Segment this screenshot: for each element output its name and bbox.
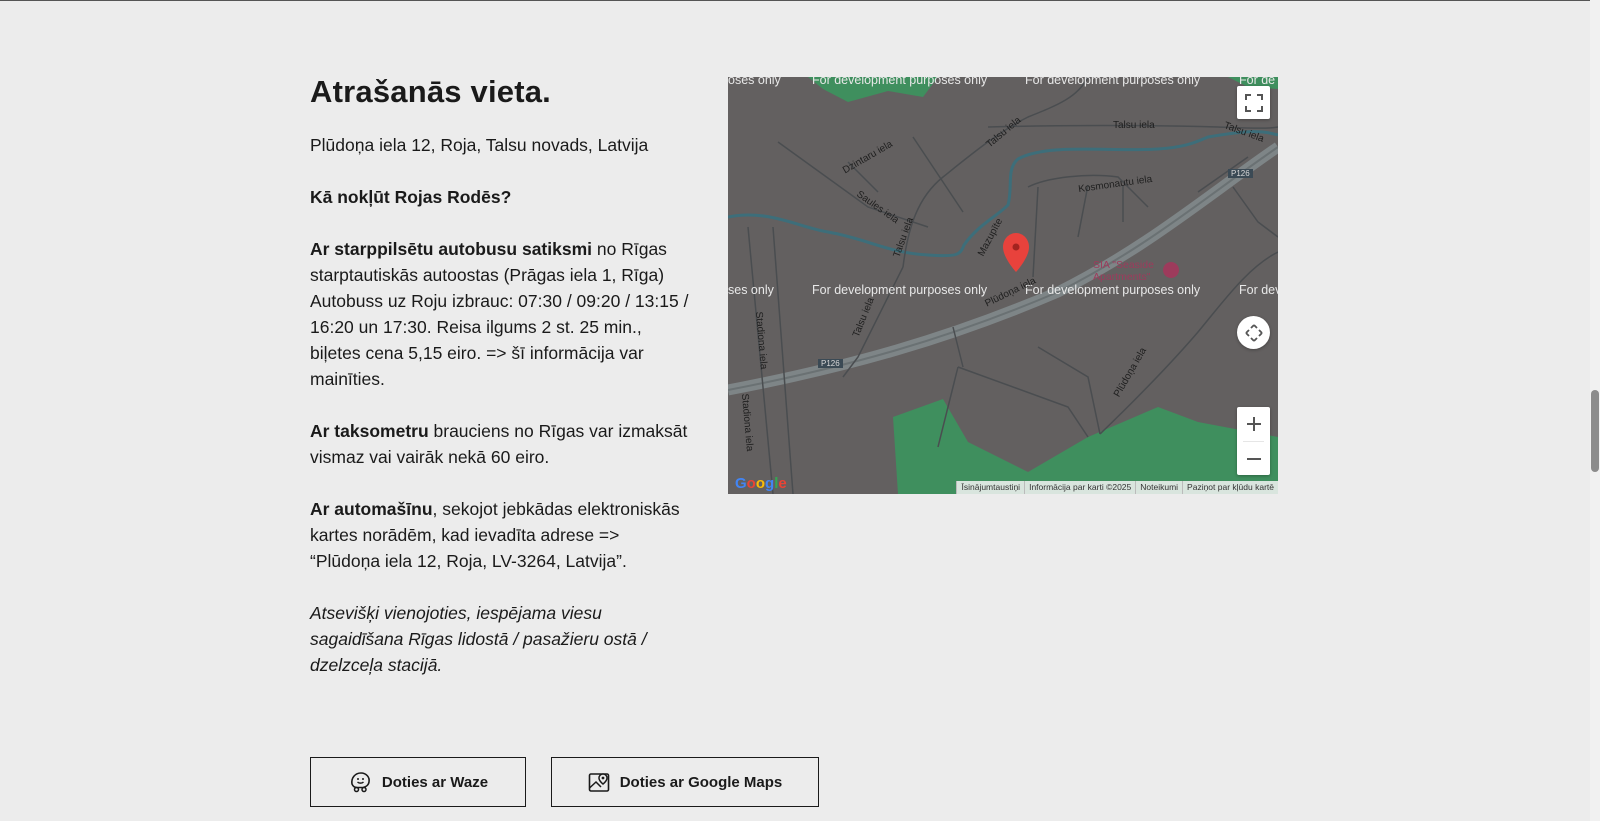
bus-text: no Rīgas starptautiskās autoostas (Prāga… [310, 239, 689, 389]
google-maps-button[interactable]: Doties ar Google Maps [551, 757, 819, 807]
dev-watermark: For development purposes only [812, 77, 988, 87]
google-maps-button-label: Doties ar Google Maps [619, 773, 783, 791]
section-title: Atrašanās vieta. [310, 74, 551, 109]
dev-watermark: ses only [728, 283, 774, 297]
car-directions: Ar automašīnu, sekojot jebkādas elektron… [310, 496, 690, 574]
waze-button-label: Doties ar Waze [381, 773, 489, 791]
map-data-text: Informācija par karti ©2025 [1024, 481, 1135, 494]
plus-icon [1246, 417, 1261, 431]
dev-watermark: For development purposes only [1025, 283, 1201, 297]
address-text: Plūdoņa iela 12, Roja, Talsu novads, Lat… [310, 135, 649, 155]
keyboard-shortcuts-link[interactable]: Īsinājumtaustiņi [956, 481, 1024, 494]
scrollbar[interactable] [1590, 0, 1600, 821]
pan-arrows-icon [1244, 323, 1263, 342]
google-map[interactable]: oses only For development purposes only … [728, 77, 1278, 494]
dev-watermark: For dev [1239, 283, 1278, 297]
car-label: Ar automašīnu [310, 499, 433, 519]
waze-button[interactable]: Doties ar Waze [310, 757, 526, 807]
road-shield: P126 [1228, 169, 1253, 178]
waze-icon [350, 772, 370, 793]
zoom-in-button[interactable] [1237, 407, 1270, 441]
fullscreen-button[interactable] [1237, 86, 1270, 119]
google-logo: Google [735, 475, 787, 492]
scrollbar-thumb[interactable] [1591, 390, 1599, 472]
camera-control-button[interactable] [1237, 316, 1270, 349]
dev-watermark: For development purposes only [1025, 77, 1201, 87]
map-pin-icon [588, 773, 610, 792]
taxi-label: Ar taksometru [310, 421, 429, 441]
pickup-note-text: Atsevišķi vienojoties, iespējama viesu s… [310, 603, 647, 675]
dev-watermark: For development purposes only [812, 283, 988, 297]
dev-watermark: oses only [728, 77, 781, 87]
zoom-out-button[interactable] [1237, 442, 1270, 476]
terms-link[interactable]: Noteikumi [1135, 481, 1182, 494]
taxi-directions: Ar taksometru brauciens no Rīgas var izm… [310, 418, 690, 470]
poi-label[interactable]: SIA "Seaside Apartments" [1093, 259, 1173, 283]
minus-icon [1246, 458, 1261, 460]
map-marker-pin [1003, 233, 1029, 272]
bus-directions: Ar starppilsētu autobusu satiksmi no Rīg… [310, 236, 690, 392]
fullscreen-icon [1244, 93, 1263, 112]
location-section: Atrašanās vieta. Plūdoņa iela 12, Roja, … [310, 74, 690, 704]
zoom-control [1237, 407, 1270, 475]
map-attribution: Īsinājumtaustiņi Informācija par karti ©… [956, 481, 1278, 494]
pickup-note: Atsevišķi vienojoties, iespējama viesu s… [310, 600, 690, 678]
top-border [0, 0, 1600, 1]
directions-heading: Kā nokļūt Rojas Rodēs? [310, 187, 512, 207]
street-label: Talsu iela [1113, 120, 1155, 131]
road-shield: P126 [818, 359, 843, 368]
bus-label: Ar starppilsētu autobusu satiksmi [310, 239, 593, 259]
report-error-link[interactable]: Paziņot par kļūdu kartē [1182, 481, 1278, 494]
